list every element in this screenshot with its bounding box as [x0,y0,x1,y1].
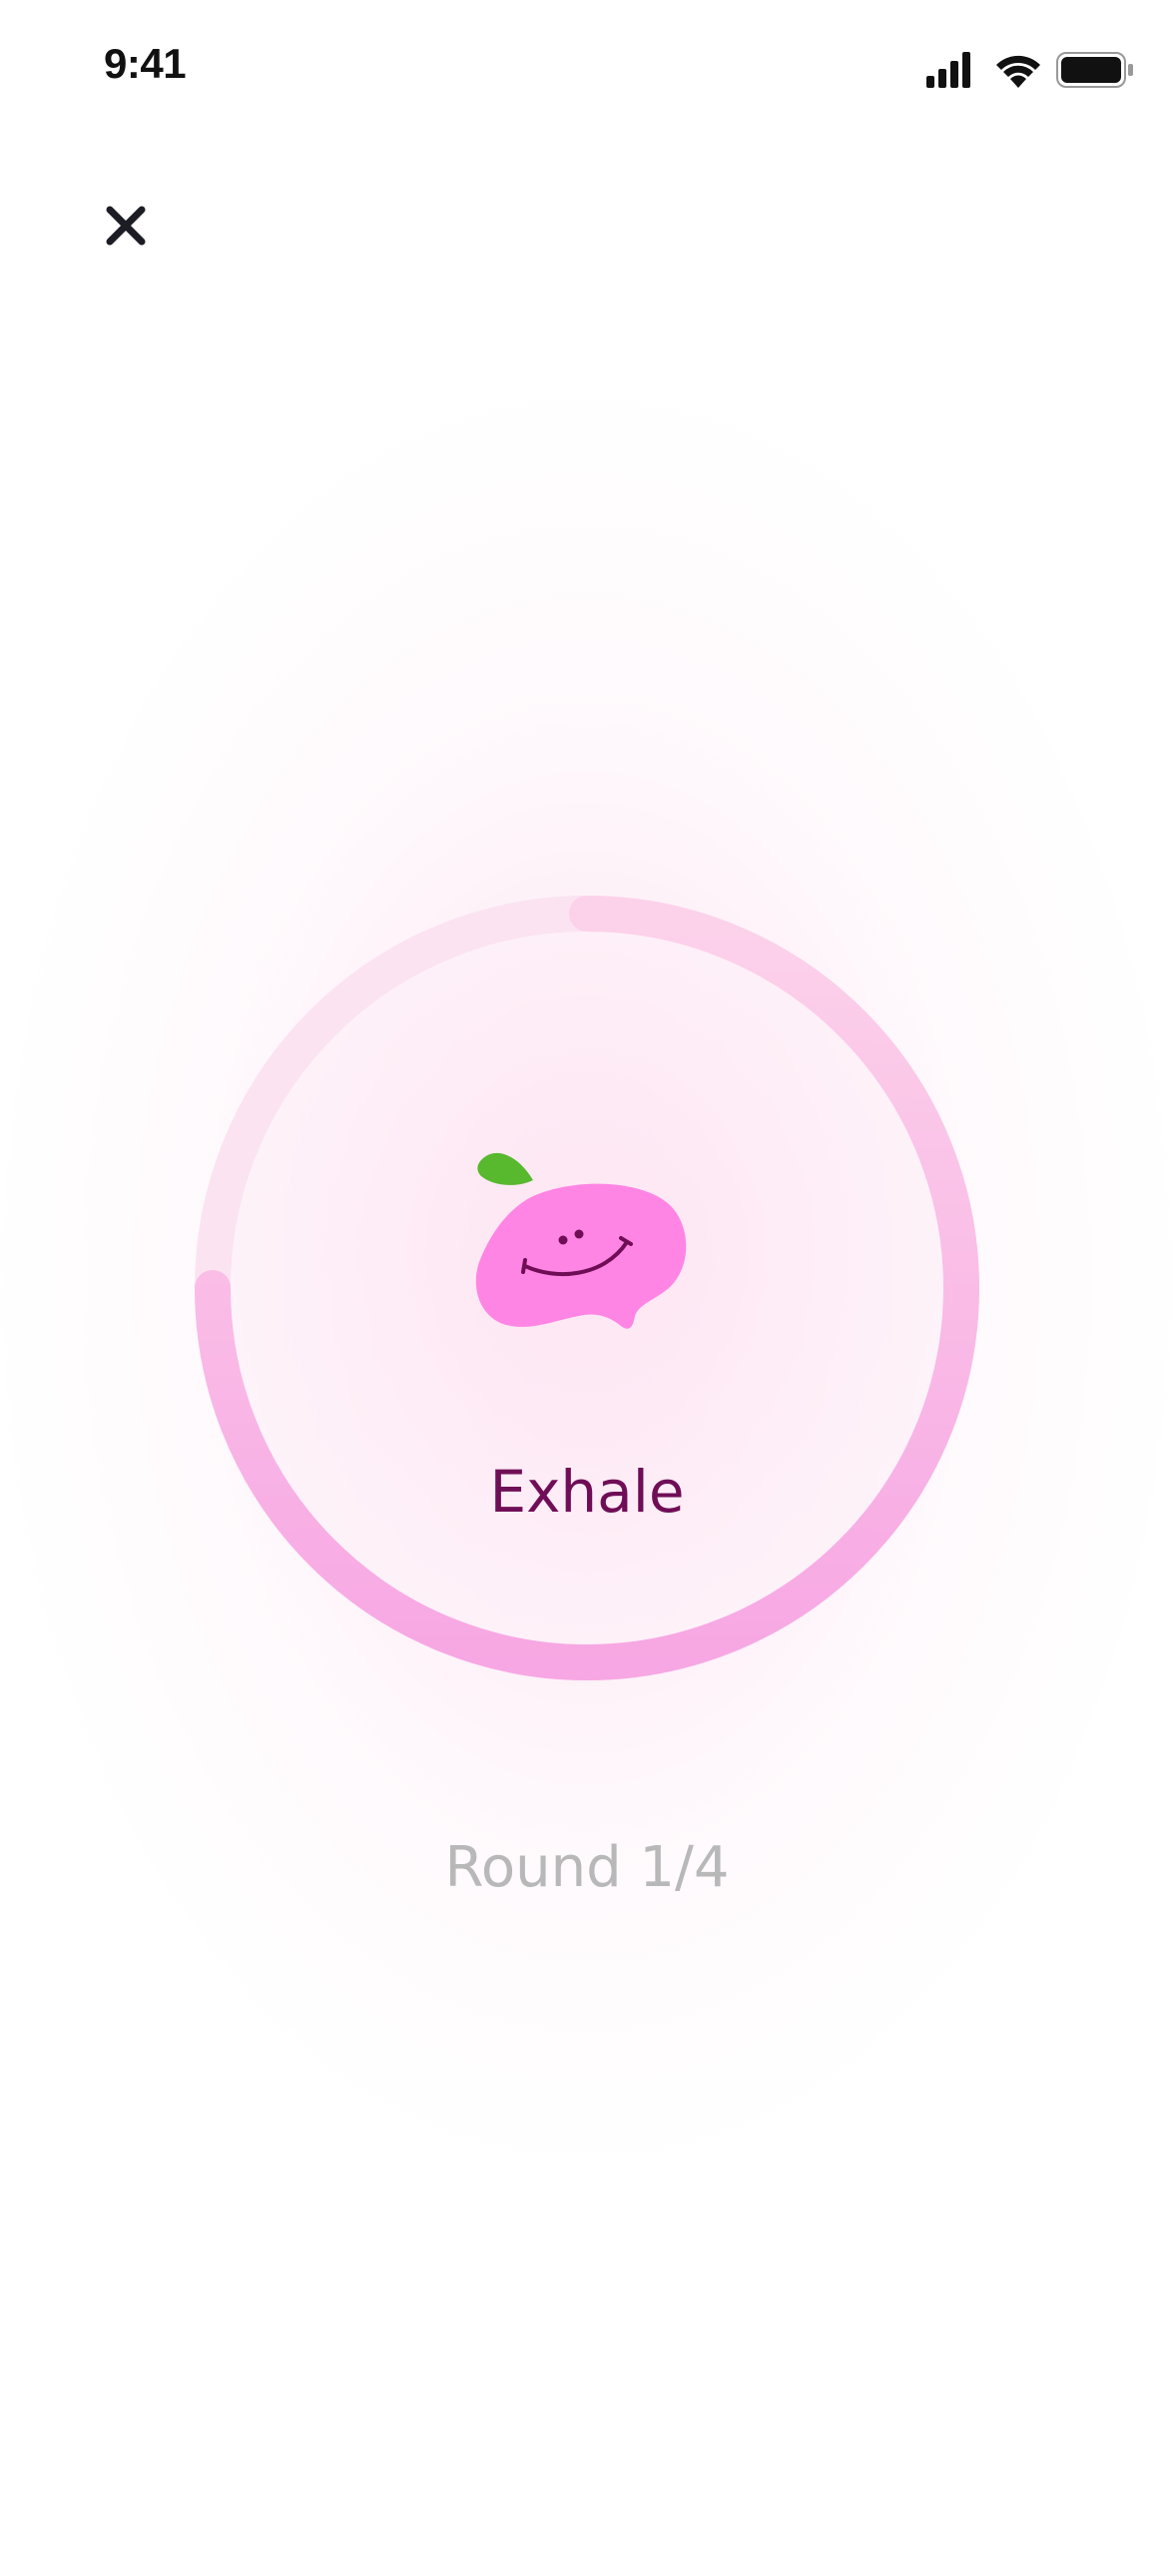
breathing-phase-label: Exhale [489,1458,685,1526]
smiling-blob-mascot-icon [469,1138,709,1378]
leaf-icon [477,1152,533,1185]
round-counter: Round 1/4 [444,1835,730,1900]
